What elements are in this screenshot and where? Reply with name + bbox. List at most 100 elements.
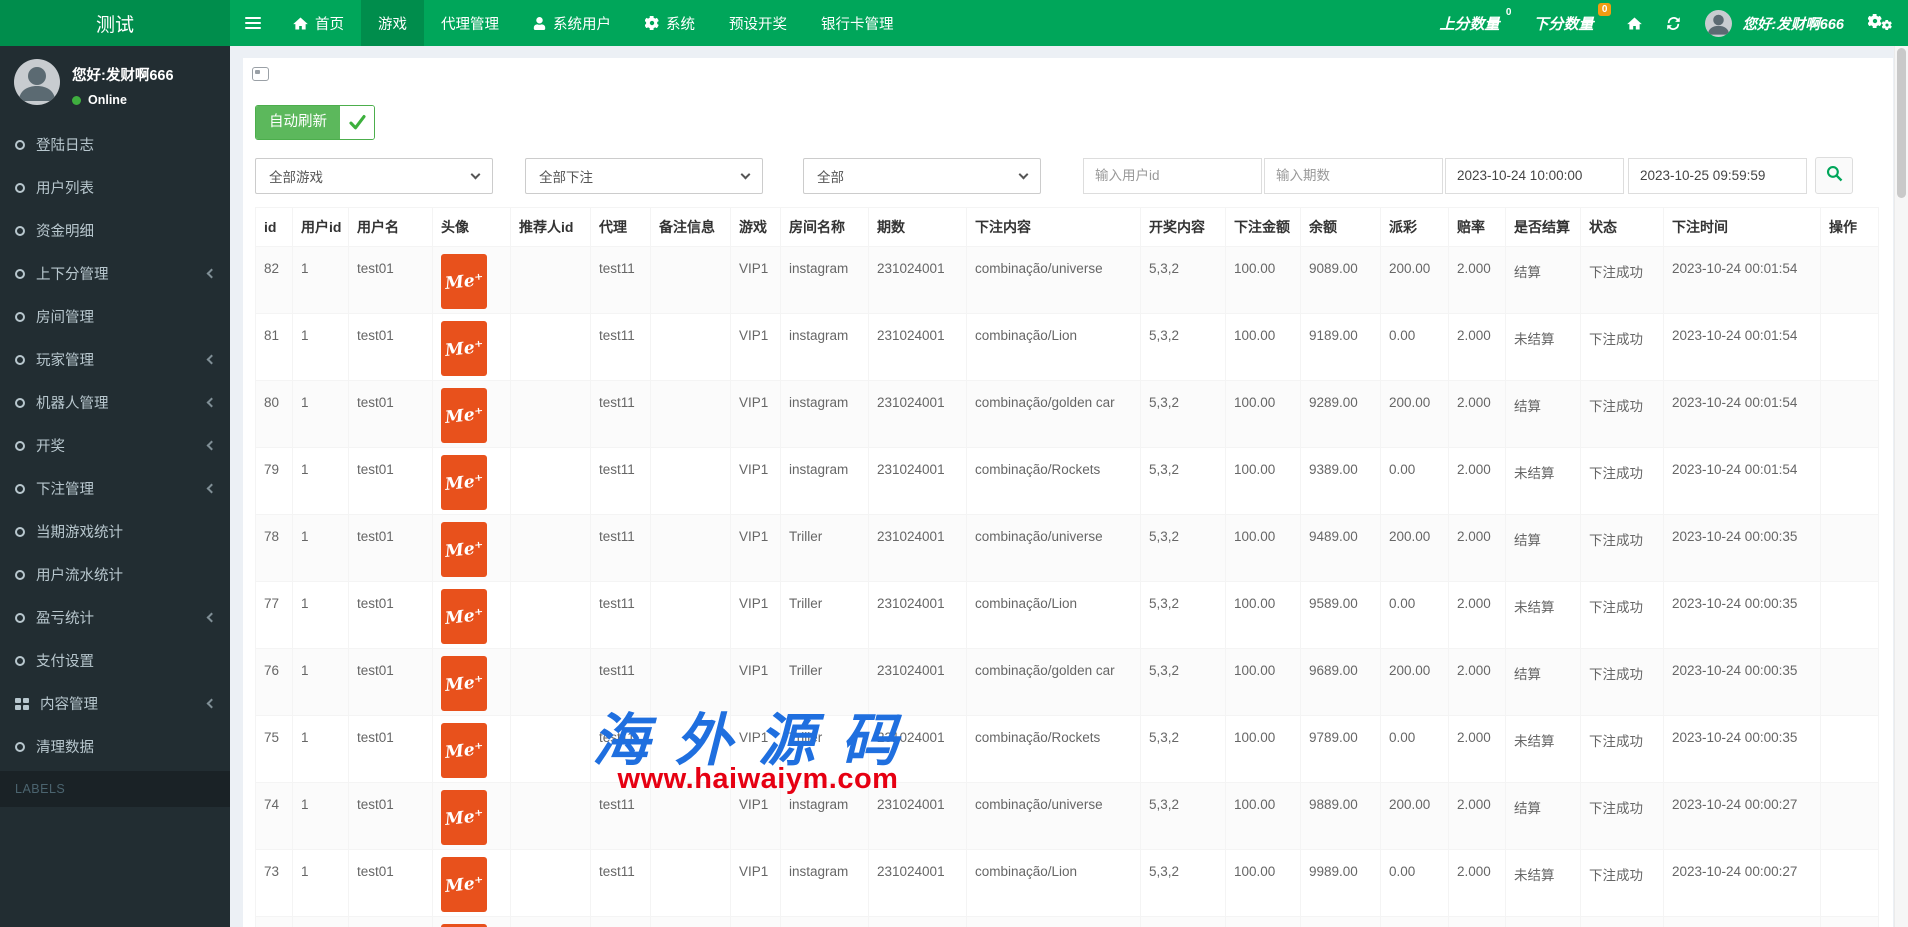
sidebar-item-10[interactable]: 用户流水统计 (0, 553, 230, 596)
status-select[interactable]: 全部 (803, 158, 1041, 194)
sidebar-item-label: 资金明细 (36, 220, 94, 241)
sidebar-item-4[interactable]: 房间管理 (0, 295, 230, 338)
date-from-input[interactable] (1445, 158, 1624, 194)
col-header-id: id (256, 208, 293, 247)
sidebar-item-14[interactable]: 清理数据 (0, 725, 230, 768)
nav-item-3[interactable]: 系统用户 (516, 0, 628, 46)
cell-avatar: Me⁺ (433, 247, 511, 314)
circle-icon (15, 355, 25, 365)
nav-item-label: 代理管理 (441, 13, 499, 34)
cell-user_id: 1 (293, 649, 349, 716)
sidebar-toggle-button[interactable] (230, 0, 276, 46)
date-to-input[interactable] (1628, 158, 1807, 194)
sidebar-item-0[interactable]: 登陆日志 (0, 123, 230, 166)
page-scrollbar[interactable] (1894, 46, 1908, 927)
circle-icon (15, 656, 25, 666)
avatar-logo-text: Me⁺ (444, 538, 484, 562)
circle-icon (15, 398, 25, 408)
cell-remark (651, 917, 731, 927)
cell-odds: 2.000 (1449, 381, 1506, 448)
nav-item-2[interactable]: 代理管理 (424, 0, 516, 46)
cell-id: 77 (256, 582, 293, 649)
sidebar-item-8[interactable]: 下注管理 (0, 467, 230, 510)
table-row: 771test01Me⁺test11VIP1Triller231024001co… (256, 582, 1879, 649)
cell-odds: 2.000 (1449, 783, 1506, 850)
auto-refresh-button[interactable]: 自动刷新 (255, 105, 375, 140)
up-score-button[interactable]: 上分数量0 (1439, 13, 1509, 34)
sidebar-item-13[interactable]: 内容管理 (0, 682, 230, 725)
sidebar-item-label: 机器人管理 (36, 392, 109, 413)
chevron-left-icon (207, 613, 217, 623)
cell-game: VIP1 (731, 716, 781, 783)
game-select[interactable]: 全部游戏 (255, 158, 493, 194)
cell-agent: test11 (591, 448, 651, 515)
period-input[interactable] (1264, 158, 1443, 194)
sidebar-avatar[interactable] (14, 59, 60, 105)
search-icon (1826, 165, 1843, 187)
sidebar-item-11[interactable]: 盈亏统计 (0, 596, 230, 639)
search-button[interactable] (1815, 157, 1853, 194)
grid-icon (15, 698, 29, 710)
brand-logo[interactable]: 测试 (0, 0, 230, 46)
sidebar-item-9[interactable]: 当期游戏统计 (0, 510, 230, 553)
sidebar-item-7[interactable]: 开奖 (0, 424, 230, 467)
avatar-logo-text: Me⁺ (444, 404, 484, 428)
sidebar-item-1[interactable]: 用户列表 (0, 166, 230, 209)
table-row: 731test01Me⁺test11VIP1instagram231024001… (256, 850, 1879, 917)
nav-item-6[interactable]: 银行卡管理 (804, 0, 911, 46)
sidebar-item-12[interactable]: 支付设置 (0, 639, 230, 682)
sidebar-item-2[interactable]: 资金明细 (0, 209, 230, 252)
cell-remark (651, 314, 731, 381)
sidebar-item-3[interactable]: 上下分管理 (0, 252, 230, 295)
cell-game: VIP1 (731, 917, 781, 927)
user-avatar-image: Me⁺ (441, 589, 487, 644)
nav-item-5[interactable]: 预设开奖 (712, 0, 804, 46)
sidebar-item-label: 上下分管理 (36, 263, 109, 284)
table-row: 781test01Me⁺test11VIP1Triller231024001co… (256, 515, 1879, 582)
cell-room: instagram (781, 917, 869, 927)
cell-odds: 2.000 (1449, 850, 1506, 917)
status-select-value: 全部 (817, 166, 844, 186)
cell-payout: 0.00 (1381, 448, 1449, 515)
sidebar-item-6[interactable]: 机器人管理 (0, 381, 230, 424)
circle-icon (15, 226, 25, 236)
cell-payout: 200.00 (1381, 649, 1449, 716)
chevron-left-icon (207, 398, 217, 408)
cell-referrer (511, 716, 591, 783)
game-select-value: 全部游戏 (269, 166, 323, 186)
table-row: 821test01Me⁺test11VIP1instagram231024001… (256, 247, 1879, 314)
cell-balance: 9889.00 (1301, 783, 1381, 850)
nav-item-4[interactable]: 系统 (628, 0, 712, 46)
sidebar-item-5[interactable]: 玩家管理 (0, 338, 230, 381)
cell-payout: 200.00 (1381, 381, 1449, 448)
gear-icon (645, 16, 659, 30)
nav-item-1[interactable]: 游戏 (361, 0, 424, 46)
cell-referrer (511, 917, 591, 927)
cell-referrer (511, 850, 591, 917)
cell-remark (651, 850, 731, 917)
scrollbar-thumb[interactable] (1897, 48, 1906, 198)
home-icon[interactable] (1627, 17, 1642, 30)
sidebar-item-label: 用户流水统计 (36, 564, 123, 585)
cell-game: VIP1 (731, 783, 781, 850)
col-header-period: 期数 (869, 208, 967, 247)
cell-username: test01 (349, 850, 433, 917)
nav-item-0[interactable]: 首页 (276, 0, 361, 46)
cell-room: instagram (781, 448, 869, 515)
navbar-avatar[interactable] (1705, 10, 1732, 37)
cogs-icon[interactable] (1868, 14, 1890, 32)
bet-type-select[interactable]: 全部下注 (525, 158, 763, 194)
auto-refresh-checkbox[interactable] (340, 106, 374, 139)
refresh-icon[interactable] (1666, 16, 1681, 31)
col-header-avatar: 头像 (433, 208, 511, 247)
cell-bet_amount: 100.00 (1226, 649, 1301, 716)
user-avatar-image: Me⁺ (441, 857, 487, 912)
sidebar-user-name: 您好:发财啊666 (72, 64, 174, 85)
avatar-logo-text: Me⁺ (444, 270, 484, 294)
sidebar-item-label: 当期游戏统计 (36, 521, 123, 542)
col-header-odds: 赔率 (1449, 208, 1506, 247)
down-score-button[interactable]: 下分数量0 (1533, 13, 1603, 34)
user-id-input[interactable] (1083, 158, 1262, 194)
navbar-greeting[interactable]: 您好:发财啊666 (1742, 13, 1844, 34)
cell-result: 5,3,2 (1141, 448, 1226, 515)
